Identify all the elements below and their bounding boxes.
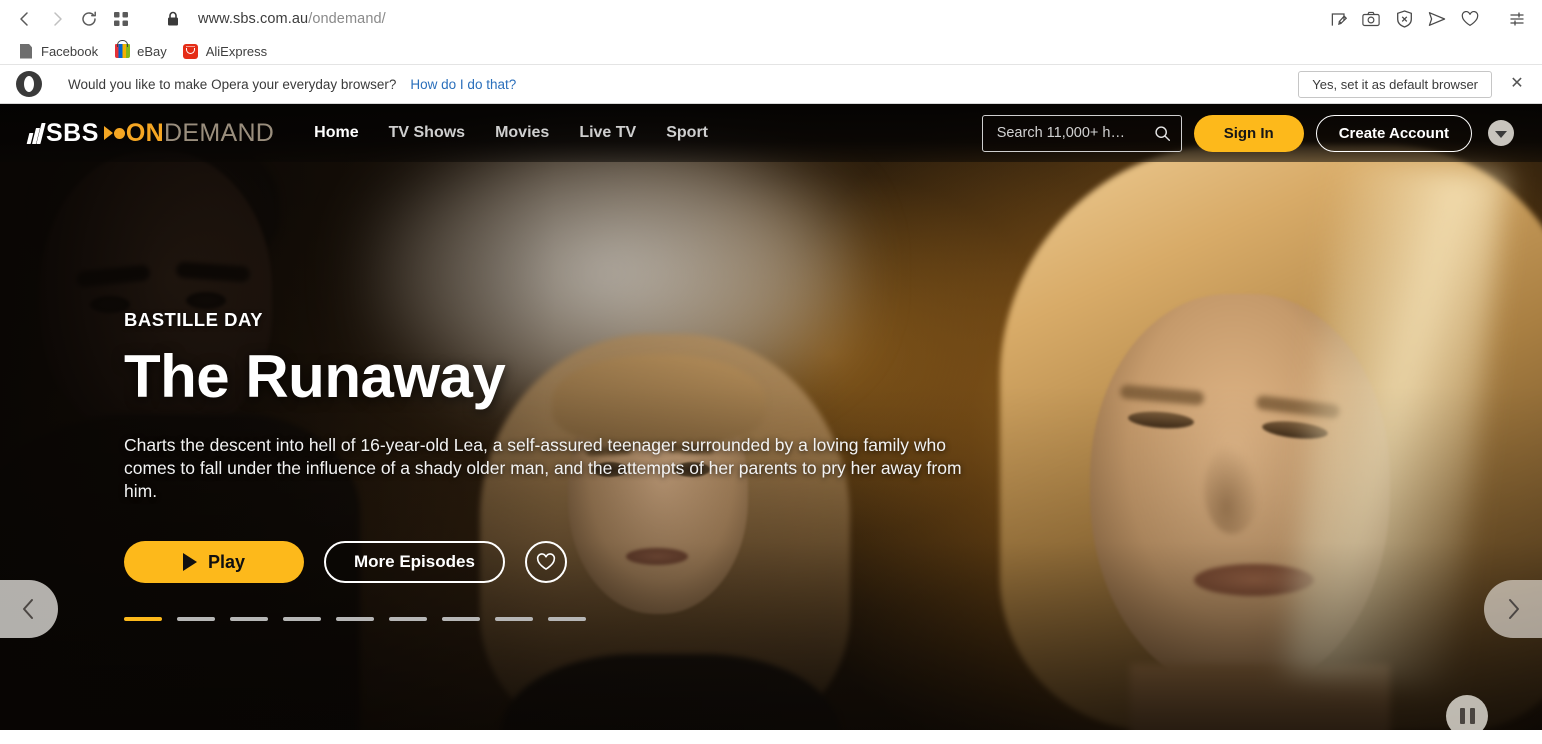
play-button-label: Play — [207, 551, 246, 572]
carousel-dot[interactable] — [230, 617, 268, 622]
nav-item-tv-shows[interactable]: TV Shows — [389, 124, 465, 142]
opera-how-do-i-link[interactable]: How do I do that? — [410, 77, 516, 92]
logo-dot-icon — [113, 127, 125, 139]
play-button[interactable]: Play — [124, 541, 304, 584]
nav-item-home[interactable]: Home — [314, 124, 358, 142]
logo-play-triangle-icon — [103, 126, 113, 140]
carousel-dot[interactable] — [283, 617, 321, 622]
hero-description: Charts the descent into hell of 16-year-… — [124, 435, 962, 502]
logo-demand-text: DEMAND — [164, 118, 275, 147]
chevron-down-icon[interactable] — [1488, 120, 1514, 146]
close-x-icon[interactable]: ✕ — [1504, 71, 1530, 97]
carousel-dot[interactable] — [442, 617, 480, 622]
url-path: /ondemand/ — [308, 11, 386, 27]
send-messenger-icon[interactable] — [1426, 8, 1448, 30]
play-triangle-icon — [182, 553, 197, 572]
easy-setup-sliders-icon[interactable] — [1506, 8, 1528, 30]
browser-toolbar: www.sbs.com.au/ondemand/ — [0, 0, 1542, 38]
pause-icon-bar — [1459, 708, 1465, 724]
shield-adblock-icon[interactable] — [1393, 8, 1415, 30]
more-episodes-button[interactable]: More Episodes — [324, 541, 505, 584]
heart-favorites-icon[interactable] — [1459, 8, 1481, 30]
set-default-browser-button[interactable]: Yes, set it as default browser — [1298, 70, 1492, 98]
carousel-next-button[interactable] — [1484, 580, 1542, 638]
search-placeholder: Search 11,000+ h… — [996, 125, 1125, 141]
logo-sbs-text: SBS — [46, 118, 99, 147]
magnifier-search-icon[interactable] — [1154, 125, 1171, 142]
carousel-dot[interactable] — [336, 617, 374, 622]
sbs-ondemand-page: SBS ON DEMAND Home TV Shows Movies Live … — [0, 104, 1542, 730]
camera-snapshot-icon[interactable] — [1360, 8, 1382, 30]
bookmark-label: eBay — [137, 43, 167, 59]
forward-arrow-icon[interactable] — [42, 4, 72, 34]
carousel-dot[interactable] — [548, 617, 586, 622]
bookmark-ebay[interactable]: eBay — [110, 40, 175, 61]
site-header: SBS ON DEMAND Home TV Shows Movies Live … — [0, 104, 1542, 162]
main-navigation: Home TV Shows Movies Live TV Sport — [314, 124, 708, 142]
bookmark-facebook[interactable]: Facebook — [14, 41, 106, 61]
tab-grid-icon[interactable] — [106, 4, 136, 34]
carousel-dot[interactable] — [124, 617, 162, 622]
sbs-ondemand-logo[interactable]: SBS ON DEMAND — [26, 118, 275, 147]
hero-actions: Play More Episodes — [124, 541, 1024, 584]
nav-item-sport[interactable]: Sport — [666, 124, 708, 142]
carousel-dot[interactable] — [177, 617, 215, 622]
browser-action-icons — [1327, 8, 1532, 30]
search-input[interactable]: Search 11,000+ h… — [981, 114, 1182, 152]
reload-icon[interactable] — [74, 4, 104, 34]
carousel-indicators — [124, 617, 1024, 622]
address-bar[interactable]: www.sbs.com.au/ondemand/ — [198, 11, 386, 27]
opera-o-logo — [16, 71, 42, 97]
sbs-wave-mark — [26, 122, 46, 144]
ebay-bag-icon — [114, 40, 130, 59]
bookmarks-bar: Facebook eBay AliExpress — [0, 38, 1542, 64]
pause-icon-bar — [1469, 708, 1475, 724]
carousel-prev-button[interactable] — [0, 580, 58, 638]
page-title: The Runaway — [124, 343, 506, 410]
back-arrow-icon[interactable] — [10, 4, 40, 34]
hero-content: BASTILLE DAY The Runaway Charts the desc… — [124, 309, 1024, 622]
chevron-left-icon — [23, 599, 33, 619]
sign-in-button[interactable]: Sign In — [1193, 114, 1304, 152]
padlock-icon — [156, 4, 190, 34]
nav-item-movies[interactable]: Movies — [495, 124, 549, 142]
hero-eyebrow: BASTILLE DAY — [124, 309, 263, 330]
carousel-dot[interactable] — [389, 617, 427, 622]
create-account-button[interactable]: Create Account — [1315, 114, 1472, 152]
pin-share-icon[interactable] — [1327, 8, 1349, 30]
generic-page-icon — [18, 43, 34, 59]
carousel-pause-button[interactable] — [1446, 695, 1488, 730]
carousel-dot[interactable] — [495, 617, 533, 622]
opera-default-browser-notification: Would you like to make Opera your everyd… — [0, 64, 1542, 104]
nav-item-live-tv[interactable]: Live TV — [579, 124, 636, 142]
bookmark-aliexpress[interactable]: AliExpress — [179, 41, 275, 61]
bookmark-label: AliExpress — [205, 43, 268, 59]
browser-chrome: www.sbs.com.au/ondemand/ Facebook eBay A… — [0, 0, 1542, 104]
aliexpress-icon — [183, 43, 199, 59]
opera-notification-message: Would you like to make Opera your everyd… — [68, 76, 397, 92]
url-domain: www.sbs.com.au — [198, 11, 309, 27]
logo-on-text: ON — [125, 118, 165, 147]
heart-outline-icon[interactable] — [524, 541, 567, 584]
chevron-right-icon — [1509, 599, 1519, 619]
bookmark-label: Facebook — [41, 43, 99, 59]
